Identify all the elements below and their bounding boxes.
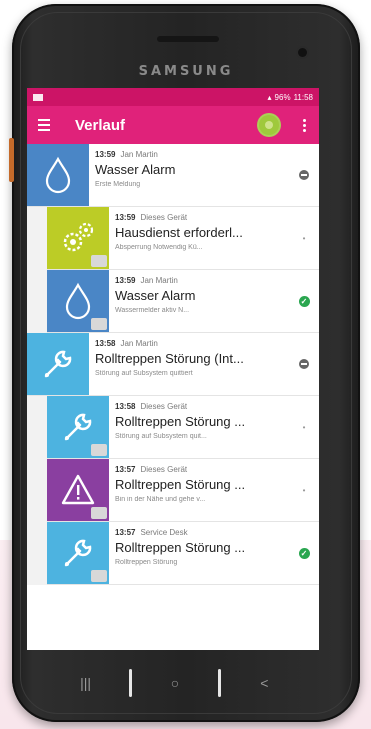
battery-level: 96% (274, 92, 291, 102)
side-button[interactable] (9, 138, 14, 182)
item-time: 13:58 (95, 339, 116, 348)
check-circle-icon: ✓ (298, 547, 310, 559)
minus-circle-icon (299, 170, 309, 180)
item-status (289, 144, 319, 206)
item-author: Jan Martin (120, 339, 158, 348)
gears-icon (47, 207, 109, 269)
avatar-icon (265, 121, 273, 129)
item-meta: 13:58 Jan Martin (95, 339, 283, 348)
item-status (289, 333, 319, 395)
item-time: 13:57 (115, 465, 136, 474)
overflow-menu-icon[interactable] (295, 106, 313, 144)
item-meta: 13:58 Dieses Gerät (115, 402, 283, 411)
item-meta: 13:59 Jan Martin (115, 276, 283, 285)
check-circle-icon: ✓ (298, 295, 310, 307)
history-item[interactable]: 13:59 Jan Martin Wasser Alarm Erste Meldung (27, 144, 319, 207)
item-status: • (289, 396, 319, 458)
item-subtitle: Rolltreppen Störung (115, 559, 178, 566)
history-item[interactable]: 13:57 Dieses Gerät Rolltreppen Störung ...… (47, 459, 319, 522)
earpiece-speaker (157, 36, 219, 42)
app-screen: ▴ 96% 11:58 Verlauf 13:59 Jan Martin Wasse… (27, 88, 319, 650)
recents-button[interactable]: ||| (68, 669, 104, 697)
user-avatar[interactable] (257, 113, 281, 137)
warning-icon (47, 459, 109, 521)
water-drop-icon (47, 270, 109, 332)
history-item[interactable]: 13:58 Dieses Gerät Rolltreppen Störung ...… (47, 396, 319, 459)
item-author: Dieses Gerät (140, 402, 188, 411)
history-item[interactable]: 13:57 Service Desk Rolltreppen Störung ...… (47, 522, 319, 585)
item-meta: 13:57 Service Desk (115, 528, 283, 537)
item-author: Dieses Gerät (140, 465, 188, 474)
pending-dot-icon: • (302, 485, 306, 495)
pending-dot-icon: • (302, 233, 306, 243)
item-title: Rolltreppen Störung ... (115, 414, 246, 429)
water-drop-icon (27, 144, 89, 206)
history-item[interactable]: 13:58 Jan Martin Rolltreppen Störung (Int.… (27, 333, 319, 396)
item-title: Hausdienst erforderl... (115, 225, 243, 240)
page-title: Verlauf (75, 116, 126, 134)
history-item[interactable]: 13:59 Jan Martin Wasser Alarm Wassermelder … (47, 270, 319, 333)
wrench-icon (27, 333, 89, 395)
wrench-icon (47, 396, 109, 458)
item-author: Jan Martin (140, 276, 178, 285)
item-time: 13:59 (95, 150, 116, 159)
item-title: Wasser Alarm (115, 288, 196, 303)
nav-divider (128, 669, 132, 697)
item-subtitle: Erste Meldung (95, 181, 141, 188)
item-subtitle: Bin in der Nähe und gehe v... (115, 496, 206, 503)
wrench-icon (47, 522, 109, 584)
hamburger-menu-icon[interactable] (27, 106, 61, 144)
item-author: Service Desk (140, 528, 188, 537)
item-status: ✓ (289, 270, 319, 332)
item-time: 13:57 (115, 528, 136, 537)
item-subtitle: Wassermelder aktiv N... (115, 307, 190, 314)
item-time: 13:58 (115, 402, 136, 411)
item-author: Dieses Gerät (140, 213, 188, 222)
item-title: Wasser Alarm (95, 162, 176, 177)
item-meta: 13:57 Dieses Gerät (115, 465, 283, 474)
front-camera (298, 48, 307, 57)
status-bar: ▴ 96% 11:58 (27, 88, 319, 106)
item-meta: 13:59 Dieses Gerät (115, 213, 283, 222)
item-subtitle: Absperrung Notwendig Kü... (115, 244, 203, 251)
item-status: • (289, 207, 319, 269)
brand-logo: SAMSUNG (138, 64, 234, 79)
item-author: Jan Martin (120, 150, 158, 159)
system-nav-bar: ||| ○ < (55, 664, 295, 702)
document-badge-icon (91, 444, 107, 456)
document-badge-icon (91, 318, 107, 330)
item-meta: 13:59 Jan Martin (95, 150, 283, 159)
item-title: Rolltreppen Störung (Int... (95, 351, 244, 366)
item-subtitle: Störung auf Subsystem quittiert (95, 370, 193, 377)
signal-icon: ▴ (267, 92, 272, 102)
item-time: 13:59 (115, 276, 136, 285)
item-status: ✓ (289, 522, 319, 584)
history-item[interactable]: 13:59 Dieses Gerät Hausdienst erforderl...… (47, 207, 319, 270)
item-title: Rolltreppen Störung ... (115, 477, 246, 492)
item-status: • (289, 459, 319, 521)
pending-dot-icon: • (302, 422, 306, 432)
app-bar: Verlauf (27, 106, 319, 144)
document-badge-icon (91, 570, 107, 582)
nav-divider (218, 669, 222, 697)
back-button[interactable]: < (246, 669, 282, 697)
item-title: Rolltreppen Störung ... (115, 540, 246, 555)
clock: 11:58 (293, 92, 313, 102)
document-badge-icon (91, 507, 107, 519)
document-badge-icon (91, 255, 107, 267)
notification-icon (33, 93, 43, 101)
history-list: 13:59 Jan Martin Wasser Alarm Erste Meldung… (27, 144, 319, 585)
item-subtitle: Störung auf Subsystem quit... (115, 433, 207, 440)
minus-circle-icon (299, 359, 309, 369)
item-time: 13:59 (115, 213, 136, 222)
home-button[interactable]: ○ (157, 669, 193, 697)
